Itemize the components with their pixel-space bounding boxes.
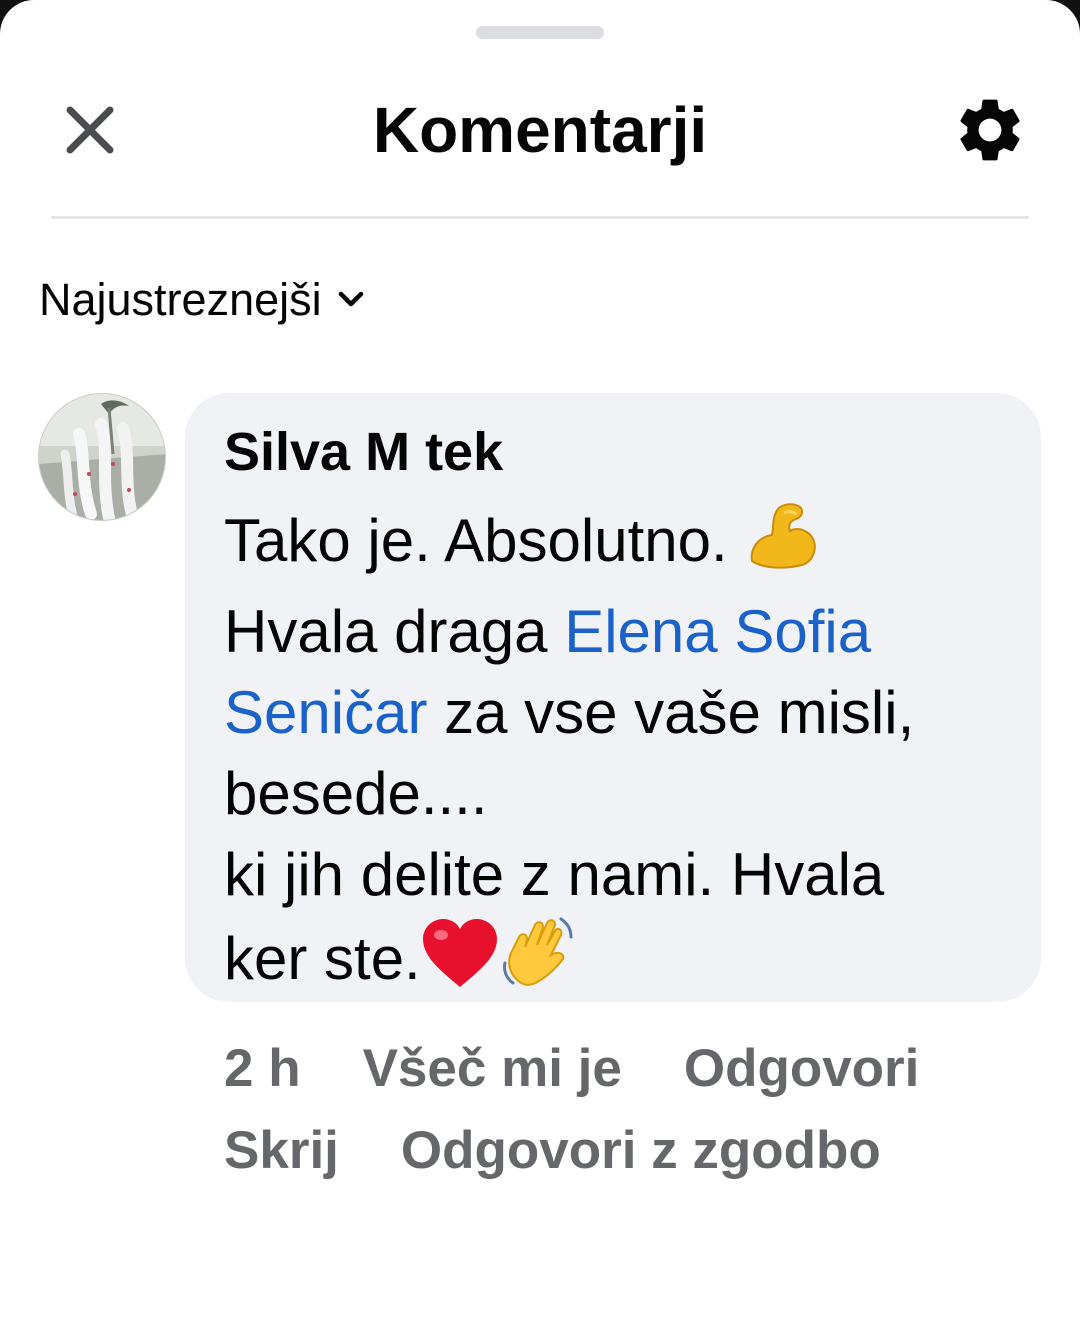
comment-line-3: za vse vaše misli,: [427, 679, 915, 746]
red-heart-icon: [421, 917, 499, 1009]
comment-actions-row-1: 2 h Všeč mi je Odgovori: [224, 1028, 1044, 1110]
reply-button[interactable]: Odgovori: [684, 1039, 920, 1098]
comment-line-2: Hvala draga: [224, 598, 565, 665]
mention-link[interactable]: Elena Sofia: [564, 598, 871, 665]
comment-line-5: ki jih delite z nami. Hvala: [224, 841, 885, 908]
flexed-biceps-icon: [744, 497, 820, 591]
like-button[interactable]: Všeč mi je: [363, 1039, 622, 1098]
sort-label: Najustreznejši: [39, 274, 322, 325]
waving-hand-icon: [499, 915, 577, 1009]
sort-dropdown[interactable]: Najustreznejši: [39, 272, 364, 328]
comment-actions: 2 h Všeč mi je Odgovori Skrij Odgovori z zg…: [224, 1028, 1044, 1192]
mention-link-continued[interactable]: Seničar: [224, 679, 427, 746]
comments-sheet: Komentarji Najustreznejši Silva M tek Ta…: [0, 0, 1080, 1327]
comment-text: Tako je. Absolutno. Hvala draga Elena So…: [224, 497, 1001, 1009]
reply-with-story-button[interactable]: Odgovori z zgodbo: [401, 1121, 881, 1180]
settings-button[interactable]: [948, 88, 1032, 172]
avatar[interactable]: [38, 393, 166, 521]
comment-timestamp: 2 h: [224, 1039, 301, 1098]
comment-line-1: Tako je. Absolutno.: [224, 507, 728, 574]
header-divider: [51, 216, 1029, 219]
comment-author[interactable]: Silva M tek: [224, 419, 1001, 485]
comment-bubble[interactable]: Silva M tek Tako je. Absolutno. Hvala dr…: [185, 393, 1041, 1002]
comment-line-4: besede....: [224, 760, 488, 827]
gear-icon: [960, 99, 1020, 161]
comment-actions-row-2: Skrij Odgovori z zgodbo: [224, 1110, 1044, 1192]
page-title: Komentarji: [372, 94, 708, 166]
drag-handle[interactable]: [476, 26, 604, 39]
chevron-down-icon: [338, 291, 364, 309]
comment-line-6: ker ste.: [224, 925, 421, 992]
hide-button[interactable]: Skrij: [224, 1121, 339, 1180]
